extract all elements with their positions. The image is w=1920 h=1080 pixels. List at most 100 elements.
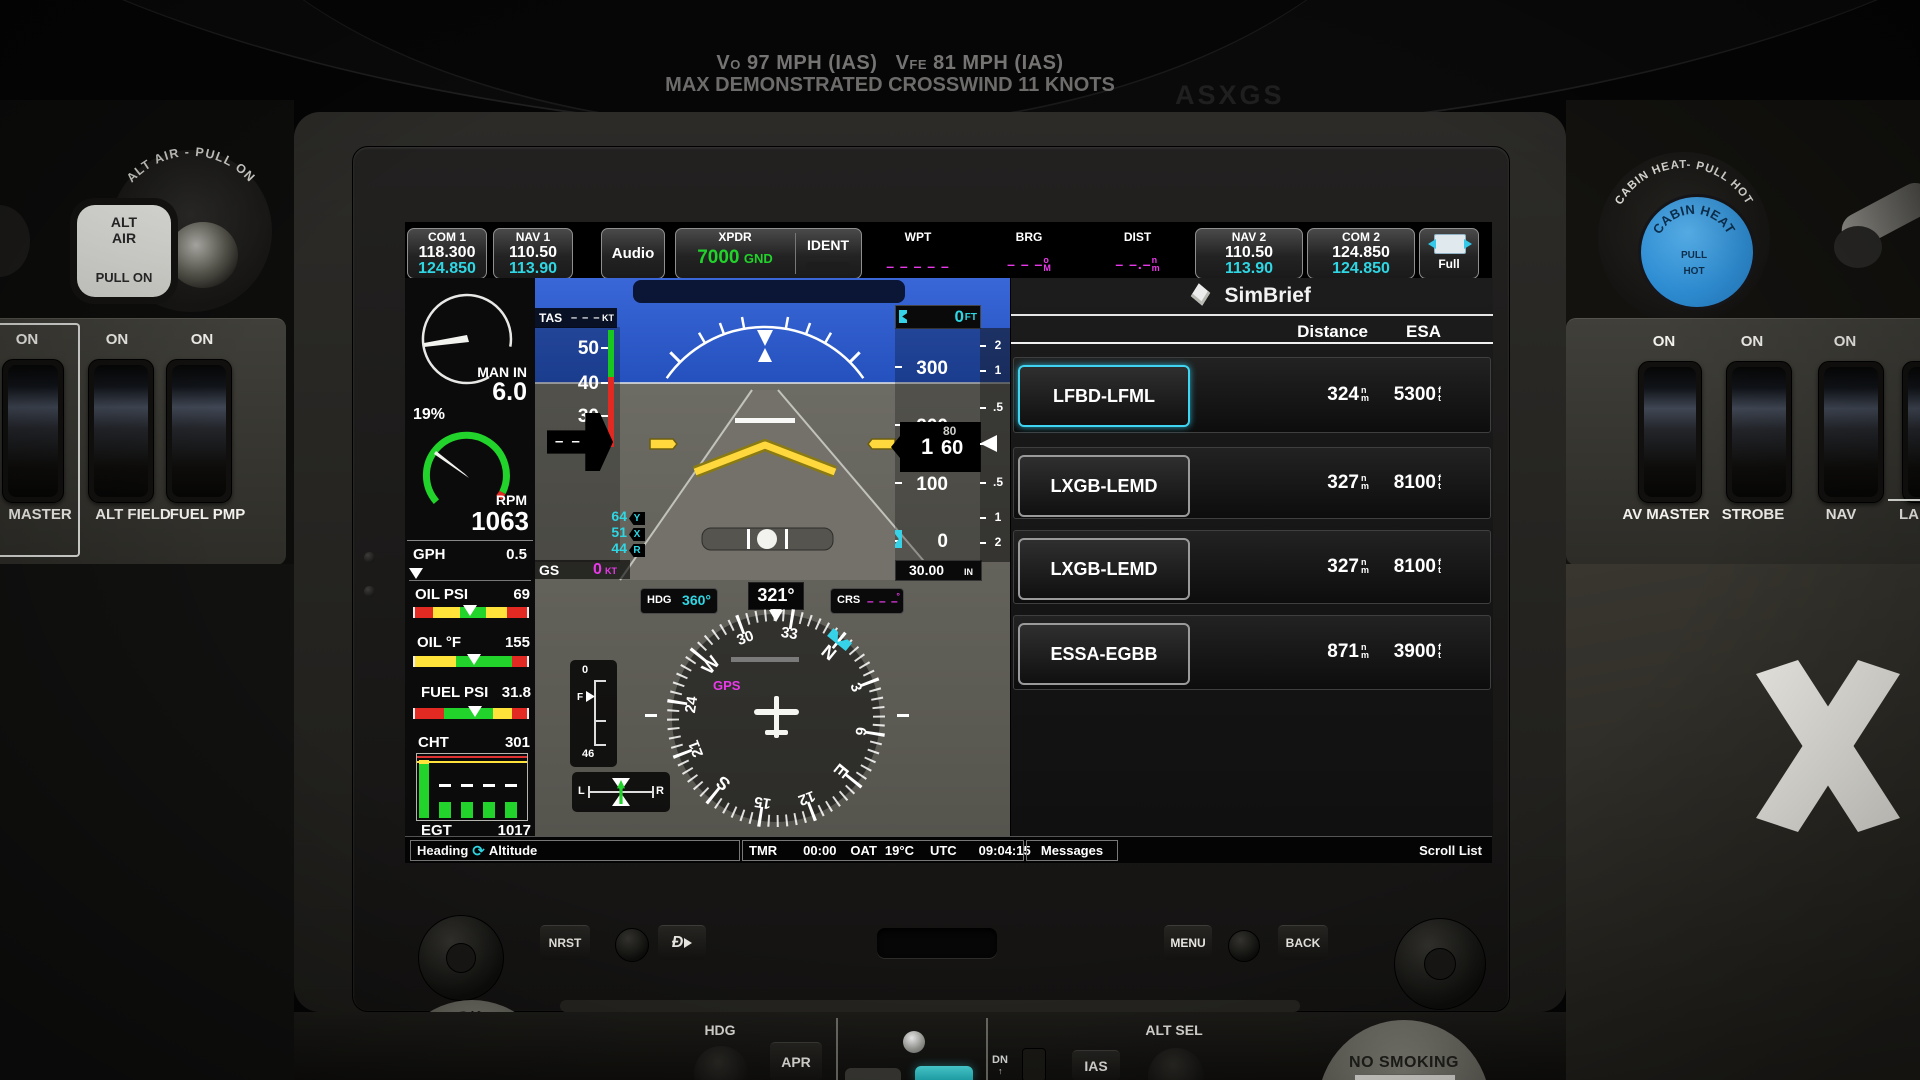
divider — [836, 1018, 838, 1080]
hdg-label: HDG — [647, 594, 671, 606]
audio-softkey[interactable]: Audio — [601, 228, 665, 279]
oil-temp-label: OIL °F — [417, 634, 461, 651]
man-in-value: 6.0 — [492, 378, 527, 407]
xpdr-ident-group[interactable]: XPDR 7000 GND IDENT — [675, 228, 862, 279]
tas-label: TAS — [539, 311, 562, 325]
apr-button[interactable]: APR — [770, 1042, 822, 1080]
com2-field[interactable]: COM 2 124.850 124.850 — [1307, 228, 1415, 279]
com1-active: 118.300 — [408, 244, 486, 261]
route-button[interactable]: ESSA-EGBB — [1018, 623, 1190, 685]
nav-light-switch[interactable] — [1818, 361, 1884, 503]
vspeed-placard: VO 97 MPH (IAS) VFE 81 MPH (IAS) — [560, 52, 1220, 75]
nav2-standby: 113.90 — [1196, 261, 1302, 277]
timer-temp-box: TMR 00:00 OAT 19°C UTC 09:04:15 — [742, 840, 1024, 861]
cht-value: 301 — [505, 734, 530, 751]
divider — [407, 540, 533, 541]
switch-state: ON — [177, 331, 227, 348]
fms-knob-right-inner[interactable] — [1424, 948, 1456, 980]
direct-to-button[interactable]: Ð — [658, 925, 706, 960]
switch-label: MASTER — [0, 506, 80, 523]
alt-air-knob-line2: AIR — [77, 230, 171, 246]
audio-label: Audio — [612, 245, 655, 262]
flightplan-row[interactable]: LFBD-LFML 324 nm 5300 ft — [1013, 357, 1491, 433]
panel-trim-bar — [560, 1000, 1300, 1012]
nav-source-label: GPS — [713, 678, 740, 693]
alt-air-knob[interactable]: ALT AIR PULL ON — [70, 198, 178, 304]
g1000-screen: COM 1 118.300 124.850 NAV 1 110.50 113.9… — [405, 222, 1492, 862]
xpdr-field[interactable]: XPDR 7000 GND — [676, 229, 794, 278]
ias-button[interactable]: IAS — [1072, 1050, 1120, 1080]
svg-text:ALT AIR - PULL ON: ALT AIR - PULL ON — [124, 145, 258, 185]
flaps-top-label: 0 — [582, 664, 588, 676]
eis-panel: MAN IN 6.0 19% RPM 1063 GPH 0.5 OIL PSI … — [405, 278, 536, 836]
route-button[interactable]: LXGB-LEMD — [1018, 538, 1190, 600]
hsi-side-mark — [897, 714, 909, 717]
strobe-switch[interactable] — [1726, 361, 1792, 503]
flightplan-row[interactable]: ESSA-EGBB 871 nm 3900 ft — [1013, 615, 1491, 690]
label-underline — [1888, 499, 1920, 501]
selected-alt-box[interactable]: 0 FT — [895, 305, 981, 329]
oil-psi-value: 69 — [513, 586, 530, 603]
nrst-button[interactable]: NRST — [540, 925, 590, 960]
landing-light-switch[interactable] — [1902, 361, 1920, 503]
hdg-knob-label: HDG — [695, 1022, 745, 1038]
airspeed-value: – – — [555, 433, 582, 450]
brg-value: – – – — [1007, 256, 1043, 272]
trim-mini-switch[interactable] — [1022, 1048, 1046, 1080]
messages-box[interactable]: Messages — [1026, 840, 1118, 861]
column-distance: Distance — [1268, 322, 1368, 342]
tmr-label: TMR — [749, 843, 777, 858]
vent-lever-base — [1834, 226, 1882, 268]
menu-button[interactable]: MENU — [1164, 925, 1212, 960]
nav2-field[interactable]: NAV 2 110.50 113.90 — [1195, 228, 1303, 279]
route-button[interactable]: LXGB-LEMD — [1018, 455, 1190, 517]
av-master-switch[interactable] — [1638, 361, 1702, 503]
alt-bug-icon — [899, 310, 907, 323]
simbrief-logo-icon — [1191, 283, 1211, 305]
fms-knob-left-inner[interactable] — [446, 943, 476, 973]
nav1-field[interactable]: NAV 1 110.50 113.90 — [493, 228, 573, 279]
crsr-knob[interactable] — [1228, 930, 1260, 962]
range-knob[interactable] — [615, 928, 649, 962]
bezel-slot — [877, 928, 997, 958]
row-esa: 3900 — [1371, 641, 1436, 663]
baro-box[interactable]: 30.00 IN — [895, 560, 982, 581]
hsi-compass: N 3 6 E 12 15 S 21 24 W 30 33 — [664, 606, 888, 830]
utc-label: UTC — [930, 843, 957, 858]
cockpit-view: VO 97 MPH (IAS) VFE 81 MPH (IAS) MAX DEM… — [0, 0, 1920, 1080]
alt-tick: 300 — [903, 358, 948, 380]
fuel-psi-label: FUEL PSI — [421, 684, 488, 701]
tas-value: – – – — [571, 312, 600, 324]
no-smoking-window — [1354, 1074, 1456, 1080]
pfd: TAS – – – KT 50 40 30 – – 64Y 51X 44R GS — [535, 278, 1010, 836]
gray-button[interactable] — [845, 1068, 901, 1080]
cht-egt-chart — [416, 753, 528, 821]
row-esa: 5300 — [1371, 384, 1436, 406]
ident-softkey[interactable]: IDENT — [796, 237, 860, 270]
cabin-heat-hot: HOT — [1666, 266, 1722, 277]
cyan-button[interactable] — [915, 1066, 973, 1080]
crs-label: CRS — [837, 594, 860, 606]
speed-tick: 40 — [559, 373, 599, 395]
dist-field: DIST – –.–nm — [1095, 230, 1180, 274]
flightplan-row[interactable]: LXGB-LEMD 327 nm 8100 ft — [1013, 447, 1491, 519]
com1-field[interactable]: COM 1 118.300 124.850 — [407, 228, 487, 279]
gph-label: GPH — [413, 546, 446, 563]
ident-label: IDENT — [807, 237, 849, 253]
com1-standby: 124.850 — [408, 261, 486, 277]
back-button[interactable]: BACK — [1278, 925, 1328, 960]
knob-function-box: Heading ⟳ Altitude — [410, 840, 740, 861]
full-softkey[interactable]: Full — [1419, 228, 1479, 279]
switch-label: STROBE — [1718, 506, 1788, 523]
fuel-pump-switch[interactable] — [166, 359, 232, 503]
flightplan-row[interactable]: LXGB-LEMD 327 nm 8100 ft — [1013, 530, 1491, 604]
flaps-pointer-label: F — [577, 692, 583, 703]
brg-field: BRG – – –oM — [990, 230, 1068, 274]
gs-readout: GS 0 KT — [535, 560, 630, 579]
selected-alt-value: 0 — [955, 307, 964, 327]
gs-unit: KT — [605, 566, 617, 576]
wpt-title: WPT — [873, 230, 963, 244]
flaps-gauge: 0 F 46 — [570, 660, 617, 767]
route-button[interactable]: LFBD-LFML — [1018, 365, 1190, 427]
alt-field-switch[interactable] — [88, 359, 154, 503]
